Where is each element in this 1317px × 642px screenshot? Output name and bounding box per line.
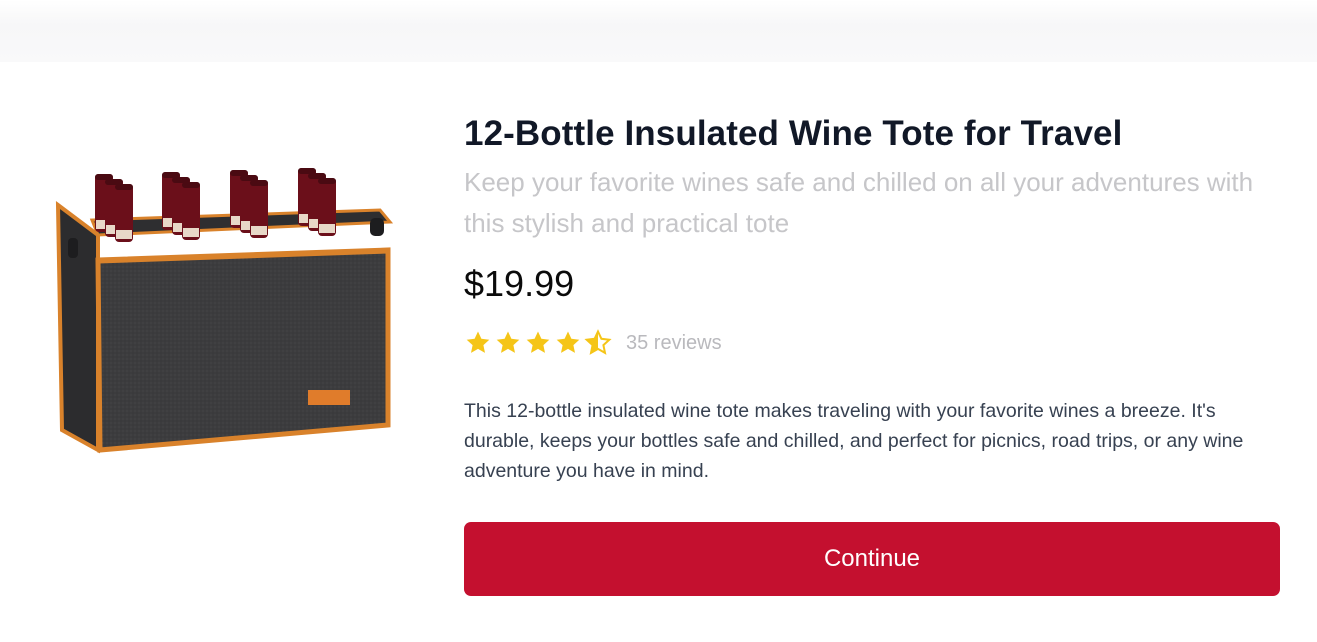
- top-bar: [0, 0, 1317, 62]
- continue-button[interactable]: Continue: [464, 522, 1280, 596]
- reviews-count[interactable]: 35 reviews: [626, 332, 722, 355]
- star-half-icon: [584, 329, 612, 355]
- star-full-icon: [526, 331, 550, 353]
- product-price: $19.99: [464, 263, 575, 304]
- star-rating: [464, 329, 612, 357]
- product-info: 12-Bottle Insulated Wine Tote for Travel…: [464, 112, 1280, 486]
- product-title: 12-Bottle Insulated Wine Tote for Travel: [464, 114, 1123, 153]
- star-full-icon: [466, 331, 490, 353]
- wine-tote-image: [55, 168, 394, 454]
- product-subtitle: Keep your favorite wines safe and chille…: [464, 167, 1254, 238]
- star-full-icon: [496, 331, 520, 353]
- star-full-icon: [556, 331, 580, 353]
- product-image: [50, 150, 410, 470]
- rating-row: 35 reviews: [464, 328, 1280, 358]
- product-description: This 12-bottle insulated wine tote makes…: [464, 400, 1244, 482]
